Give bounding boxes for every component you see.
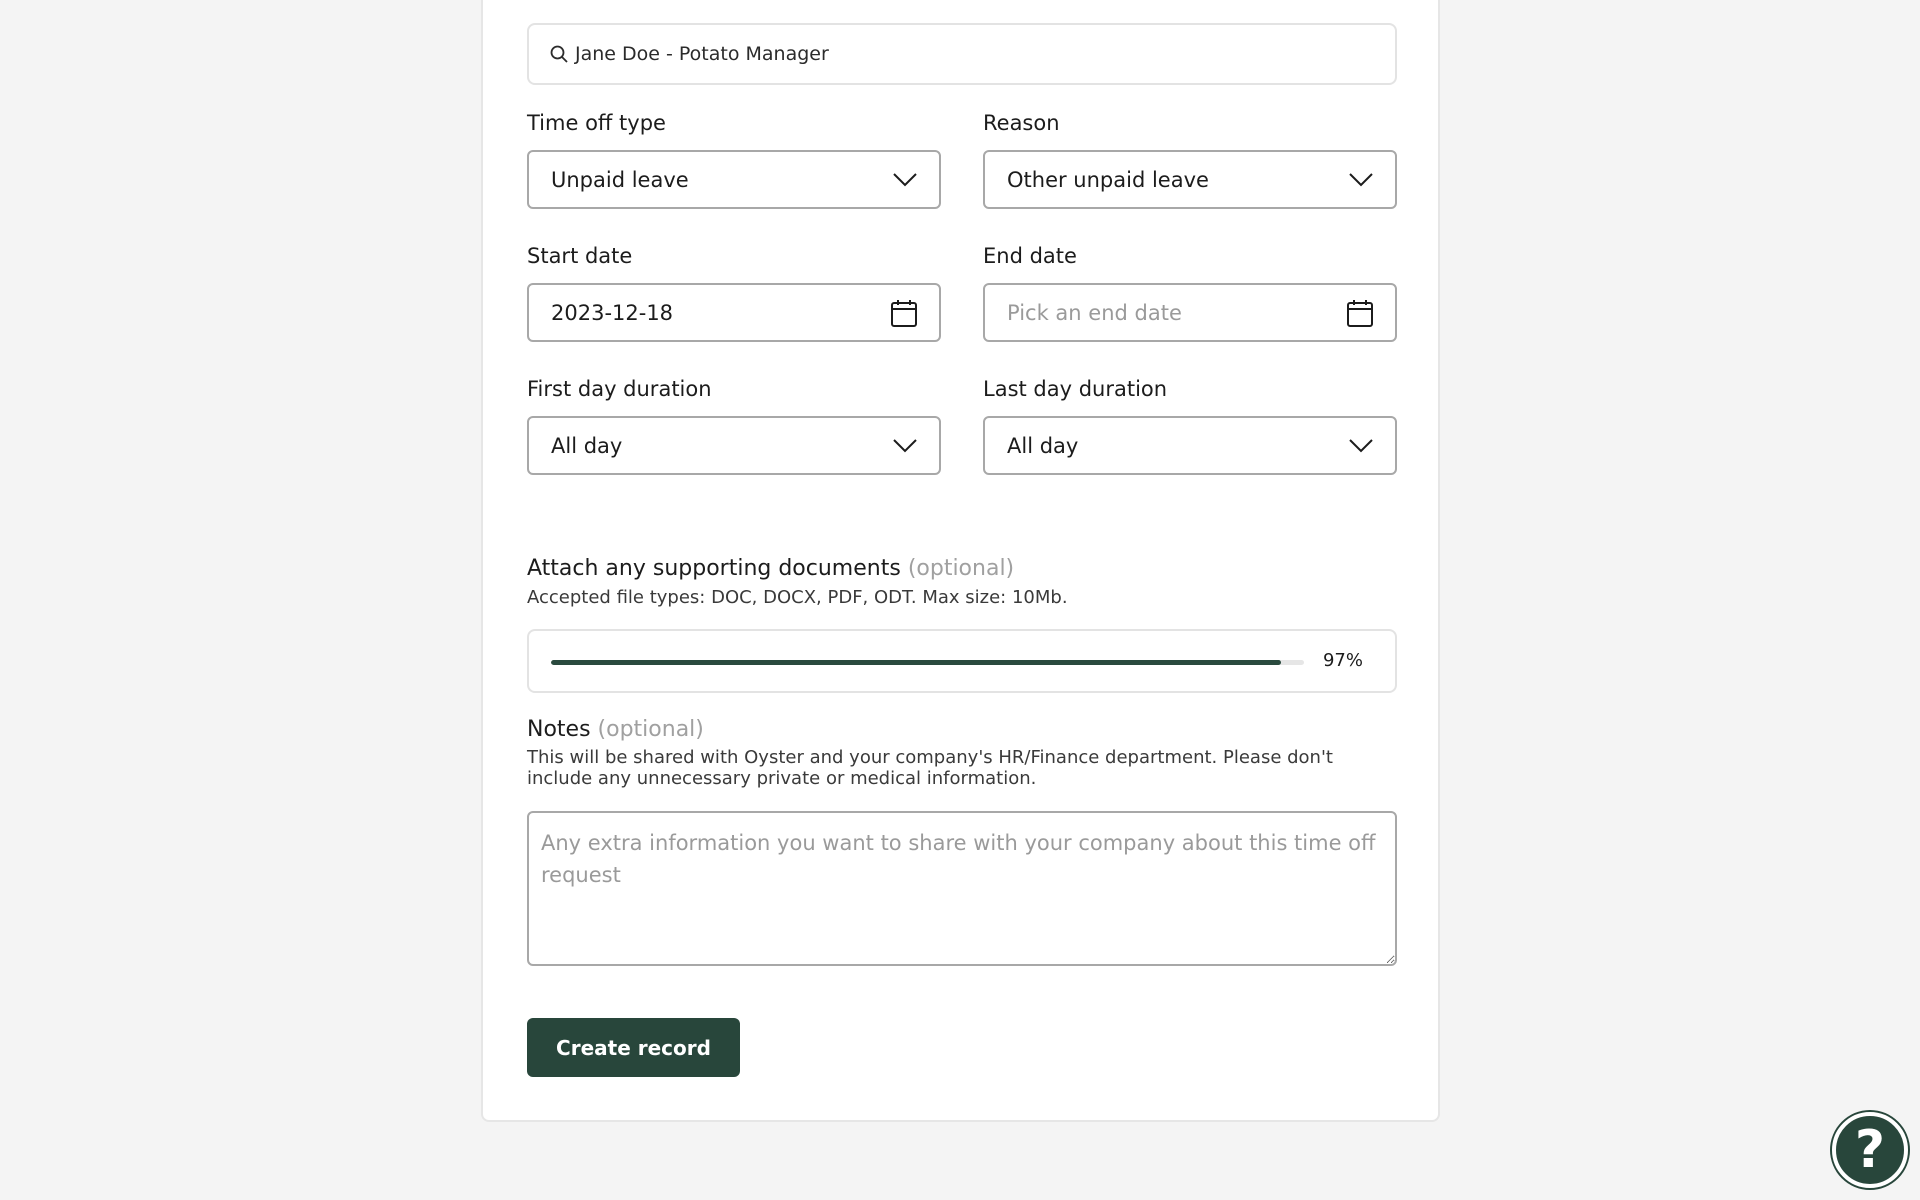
calendar-icon[interactable] [1347,299,1373,327]
time-off-type-select[interactable]: Unpaid leave [527,150,941,209]
chevron-down-icon [1349,172,1373,186]
end-date-input[interactable]: Pick an end date [983,283,1397,342]
chevron-down-icon [893,172,917,186]
last-day-duration-label: Last day duration [983,377,1168,401]
notes-title-text: Notes [527,717,591,742]
notes-title: Notes (optional) [527,717,704,742]
end-date-placeholder: Pick an end date [1007,300,1182,325]
start-date-value: 2023-12-18 [551,300,674,325]
start-date-input[interactable]: 2023-12-18 [527,283,941,342]
first-day-duration-select[interactable]: All day [527,416,941,475]
attachments-helper: Accepted file types: DOC, DOCX, PDF, ODT… [527,587,1068,608]
notes-optional: (optional) [597,717,704,742]
search-icon [550,45,568,63]
reason-label: Reason [983,111,1060,135]
help-icon: ? [1854,1120,1886,1180]
attachments-optional: (optional) [907,556,1015,581]
end-date-label: End date [983,244,1077,268]
employee-search-field[interactable]: Jane Doe - Potato Manager [527,23,1397,85]
last-day-duration-value: All day [1007,433,1079,458]
reason-select[interactable]: Other unpaid leave [983,150,1397,209]
help-button[interactable]: ? [1832,1112,1908,1188]
upload-progress-label: 97% [1322,650,1363,671]
time-off-type-value: Unpaid leave [551,167,689,192]
first-day-duration-value: All day [551,433,623,458]
time-off-type-label: Time off type [527,111,666,135]
calendar-icon[interactable] [891,299,917,327]
notes-helper: This will be shared with Oyster and your… [527,747,1333,789]
reason-value: Other unpaid leave [1007,167,1209,192]
attachments-title: Attach any supporting documents (optiona… [527,556,1014,581]
start-date-label: Start date [527,244,633,268]
chevron-down-icon [1349,438,1373,452]
last-day-duration-select[interactable]: All day [983,416,1397,475]
attachments-title-text: Attach any supporting documents [527,556,901,581]
notes-textarea[interactable] [527,811,1397,966]
employee-search-value: Jane Doe - Potato Manager [575,43,829,65]
first-day-duration-label: First day duration [527,377,712,401]
form-card: Jane Doe - Potato Manager Time off type … [481,0,1440,1122]
create-record-button[interactable]: Create record [527,1018,740,1077]
upload-progress-bar [551,660,1304,665]
chevron-down-icon [893,438,917,452]
upload-progress-fill [551,660,1282,665]
upload-progress-box: 97% [527,629,1397,693]
